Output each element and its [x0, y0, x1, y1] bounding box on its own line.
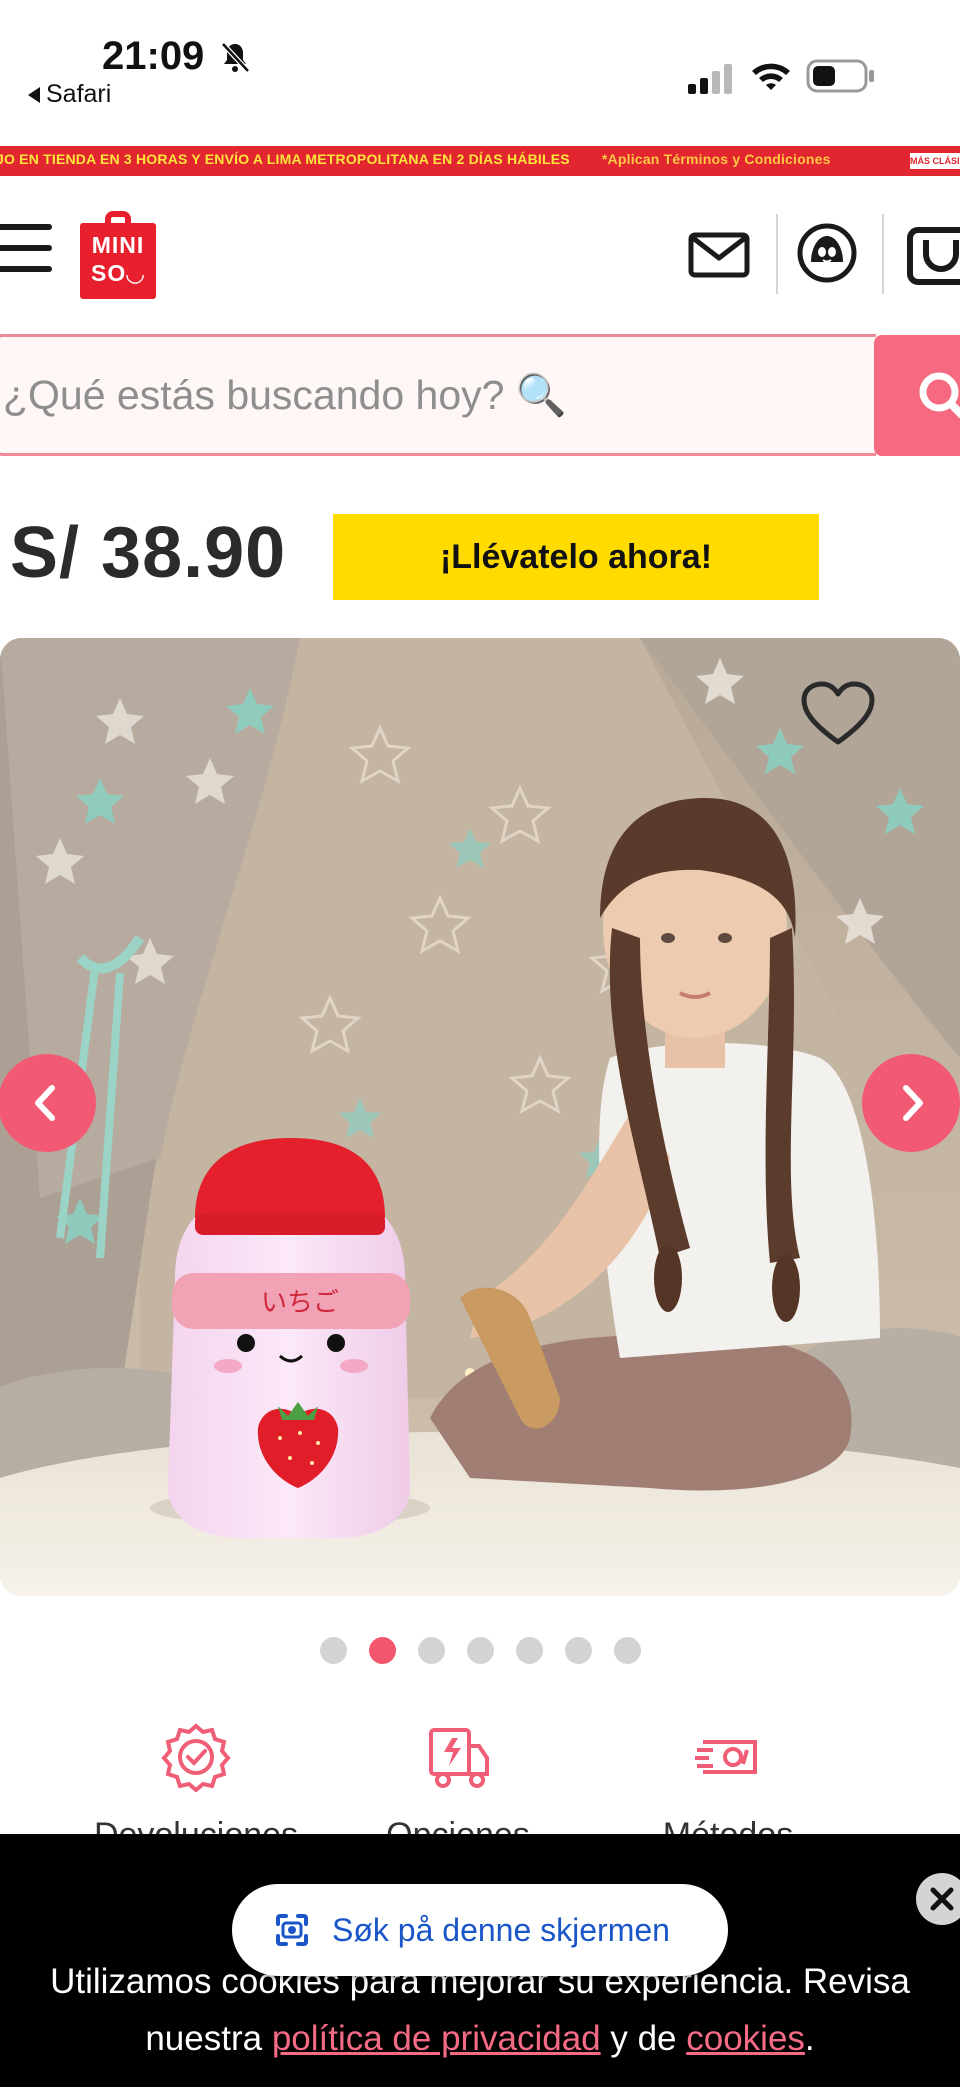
- search-screen-label: Søk på denne skjermen: [332, 1911, 670, 1948]
- cookie-close-button[interactable]: [916, 1873, 960, 1925]
- pagination-dot[interactable]: [565, 1637, 592, 1664]
- promo-text: JO EN TIENDA EN 3 HORAS Y ENVÍO A LIMA M…: [0, 151, 831, 167]
- buy-now-button[interactable]: ¡Llévatelo ahora!: [333, 514, 819, 600]
- status-bar: 21:09 Safari: [0, 0, 960, 145]
- plush-label: いちご: [261, 1288, 339, 1318]
- pagination-dot[interactable]: [320, 1637, 347, 1664]
- favorite-heart-icon[interactable]: [800, 680, 876, 750]
- delivery-truck-icon: [429, 1728, 489, 1788]
- lens-camera-icon: [276, 1914, 308, 1946]
- header-divider: [882, 214, 884, 294]
- battery-icon: [806, 59, 874, 93]
- pagination-dot[interactable]: [369, 1637, 396, 1664]
- promo-tag: MÁS CLÁSICOS: [910, 153, 960, 169]
- hamburger-menu-icon[interactable]: [0, 224, 52, 276]
- pagination-dot[interactable]: [614, 1637, 641, 1664]
- gallery-pagination: [320, 1637, 641, 1664]
- back-to-safari[interactable]: Safari: [28, 80, 111, 109]
- status-time: 21:09: [102, 34, 205, 78]
- promo-ticker[interactable]: JO EN TIENDA EN 3 HORAS Y ENVÍO A LIMA M…: [0, 146, 960, 176]
- badge-check-icon: [161, 1723, 231, 1792]
- logo-line-2: SO◡: [91, 260, 145, 286]
- chevron-right-icon: [903, 1085, 923, 1121]
- bell-muted-icon: [221, 42, 250, 73]
- close-icon: [930, 1887, 954, 1911]
- mail-icon[interactable]: [688, 232, 750, 278]
- gallery-next-button[interactable]: [862, 1054, 960, 1152]
- back-app-label: Safari: [46, 80, 112, 108]
- customer-support-icon[interactable]: [796, 222, 858, 284]
- cookie-line-2: nuestra política de privacidad y de cook…: [0, 2010, 960, 2067]
- gallery-prev-button[interactable]: [0, 1054, 96, 1152]
- wifi-icon: [752, 63, 790, 90]
- promo-main: JO EN TIENDA EN 3 HORAS Y ENVÍO A LIMA M…: [0, 151, 570, 167]
- product-price: S/ 38.90: [10, 513, 287, 593]
- search-bar: [0, 334, 876, 456]
- cookies-link[interactable]: cookies: [686, 2019, 805, 2058]
- search-button[interactable]: [874, 335, 960, 456]
- site-header: MINI SO◡: [0, 176, 960, 336]
- miniso-logo[interactable]: MINI SO◡: [80, 211, 156, 299]
- search-icon: [919, 372, 960, 419]
- product-image[interactable]: いちご: [0, 638, 960, 1596]
- pagination-dot[interactable]: [418, 1637, 445, 1664]
- promo-terms: *Aplican Términos y Condiciones: [601, 151, 831, 167]
- cookie-line-2-prefix: nuestra: [145, 2019, 272, 2058]
- back-arrow-icon: [28, 86, 40, 103]
- cookie-line-2-mid: y de: [600, 2019, 687, 2058]
- search-input[interactable]: [3, 337, 863, 453]
- payment-icon: [695, 1740, 757, 1774]
- chevron-left-icon: [35, 1085, 55, 1121]
- cellular-signal-icon: [688, 64, 732, 94]
- pagination-dot[interactable]: [516, 1637, 543, 1664]
- shopping-bag-icon[interactable]: [906, 226, 960, 286]
- pagination-dot[interactable]: [467, 1637, 494, 1664]
- privacy-policy-link[interactable]: política de privacidad: [272, 2019, 601, 2058]
- logo-line-1: MINI: [91, 232, 145, 258]
- cookie-line-2-suffix: .: [804, 2019, 815, 2058]
- header-divider: [776, 214, 778, 294]
- search-screen-button[interactable]: Søk på denne skjermen: [232, 1884, 728, 1976]
